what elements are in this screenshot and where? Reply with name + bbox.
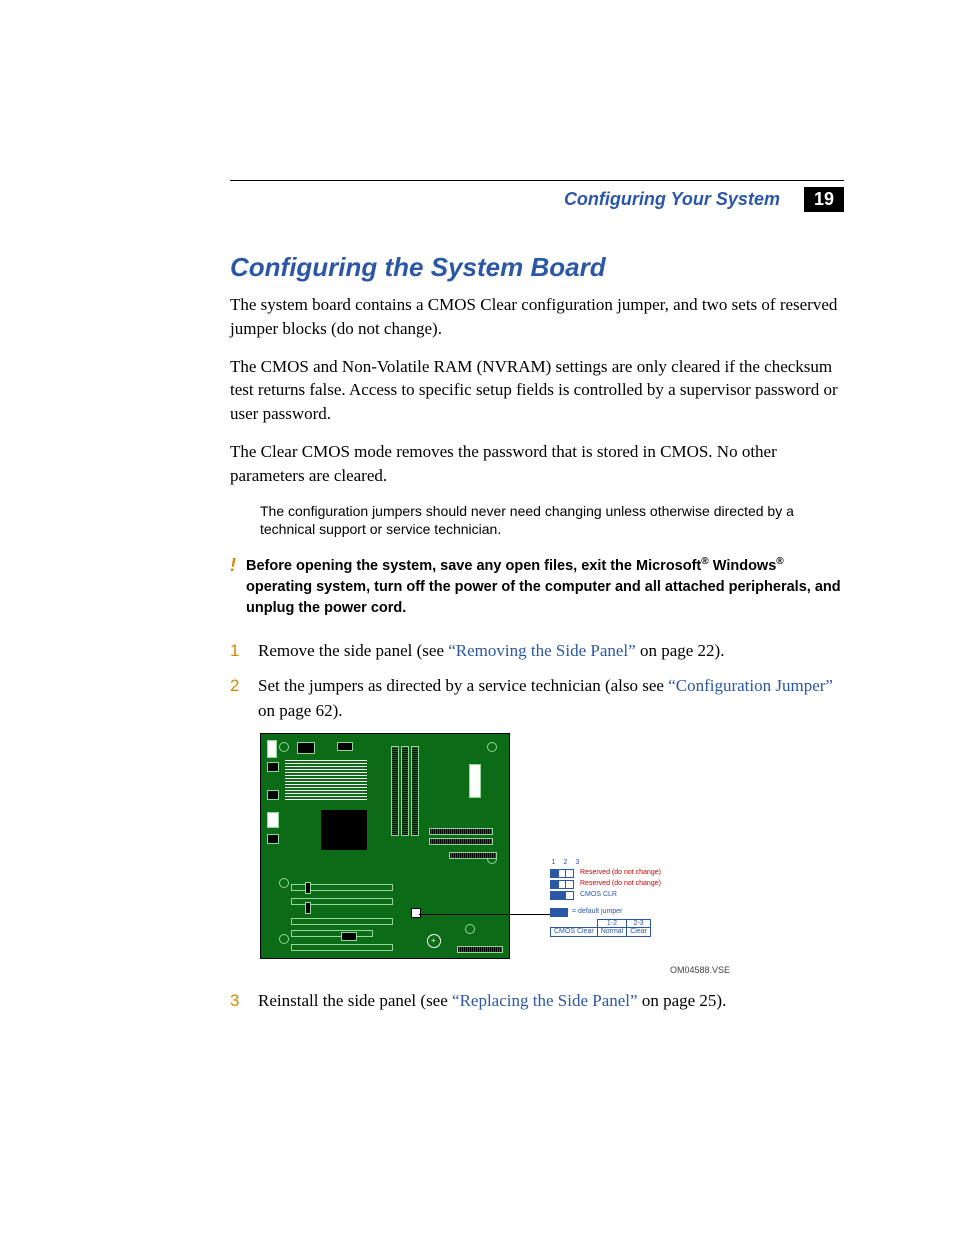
step-number: 1 [230, 639, 244, 664]
warning-text: Before opening the system, save any open… [246, 555, 844, 619]
page-number-badge: 19 [804, 187, 844, 212]
jumper-legend: 1 2 3 Reserved (do not change) Reserved … [550, 859, 661, 937]
section-title: Configuring Your System [564, 189, 780, 210]
figure-code: OM04588.VSE [260, 965, 730, 975]
reserved-label: Reserved (do not change) [580, 880, 661, 888]
jumper-icon [550, 880, 574, 889]
legend-row: Reserved (do not change) [550, 869, 661, 878]
step-list: 1 Remove the side panel (see “Removing t… [230, 639, 844, 723]
default-jumper-label: = default jumper [572, 908, 622, 916]
table-cell: Clear [627, 928, 651, 937]
body-paragraph: The system board contains a CMOS Clear c… [230, 293, 844, 341]
text-fragment: Reinstall the side panel (see [258, 991, 452, 1010]
text-fragment: on page 22). [636, 641, 725, 660]
pin-number-row: 1 2 3 [550, 859, 661, 867]
pin-label: 3 [574, 859, 581, 867]
table-header: 2-3 [627, 919, 651, 928]
text-fragment: on page 25). [638, 991, 727, 1010]
xref-link[interactable]: “Removing the Side Panel” [448, 641, 635, 660]
warning-fragment: operating system, turn off the power of … [246, 579, 841, 616]
table-header: 1-2 [597, 919, 627, 928]
list-item: 2 Set the jumpers as directed by a servi… [230, 674, 844, 723]
figure: + 1 2 3 Reserved (do not change) [260, 733, 730, 975]
note-box: The configuration jumpers should never n… [260, 502, 844, 540]
pin-label: 2 [562, 859, 569, 867]
step-text: Reinstall the side panel (see “Replacing… [258, 989, 844, 1014]
legend-row: Reserved (do not change) [550, 880, 661, 889]
default-jumper-row: = default jumper [550, 908, 661, 917]
text-fragment: Set the jumpers as directed by a service… [258, 676, 668, 695]
step-list: 3 Reinstall the side panel (see “Replaci… [230, 989, 844, 1014]
registered-mark: ® [776, 556, 783, 567]
table-cell: Normal [597, 928, 627, 937]
step-number: 3 [230, 989, 244, 1014]
reserved-label: Reserved (do not change) [580, 869, 661, 877]
legend-row: CMOS CLR [550, 891, 661, 900]
step-number: 2 [230, 674, 244, 723]
running-header: Configuring Your System 19 [230, 187, 844, 212]
text-fragment: on page 62). [258, 701, 343, 720]
warning-fragment: Before opening the system, save any open… [246, 558, 701, 574]
step-text: Set the jumpers as directed by a service… [258, 674, 844, 723]
registered-mark: ® [701, 556, 708, 567]
list-item: 1 Remove the side panel (see “Removing t… [230, 639, 844, 664]
pin-label: 1 [550, 859, 557, 867]
jumper-table: 1-2 2-3 CMOS Clear Normal Clear [550, 919, 651, 937]
jumper-icon [550, 891, 574, 900]
body-paragraph: The CMOS and Non-Volatile RAM (NVRAM) se… [230, 355, 844, 426]
cmos-clr-label: CMOS CLR [580, 891, 617, 899]
warning-box: ! Before opening the system, save any op… [230, 555, 844, 619]
body-paragraph: The Clear CMOS mode removes the password… [230, 440, 844, 488]
jumper-icon [550, 869, 574, 878]
jumper-icon [550, 908, 568, 917]
header-rule [230, 180, 844, 181]
motherboard-diagram: + [260, 733, 510, 959]
xref-link[interactable]: “Configuration Jumper” [668, 676, 833, 695]
text-fragment: Remove the side panel (see [258, 641, 448, 660]
step-text: Remove the side panel (see “Removing the… [258, 639, 844, 664]
warning-icon: ! [230, 555, 236, 619]
warning-fragment: Windows [709, 558, 777, 574]
document-page: Configuring Your System 19 Configuring t… [0, 0, 954, 1084]
xref-link[interactable]: “Replacing the Side Panel” [452, 991, 638, 1010]
page-title: Configuring the System Board [230, 252, 844, 283]
list-item: 3 Reinstall the side panel (see “Replaci… [230, 989, 844, 1014]
table-row-label: CMOS Clear [551, 928, 598, 937]
